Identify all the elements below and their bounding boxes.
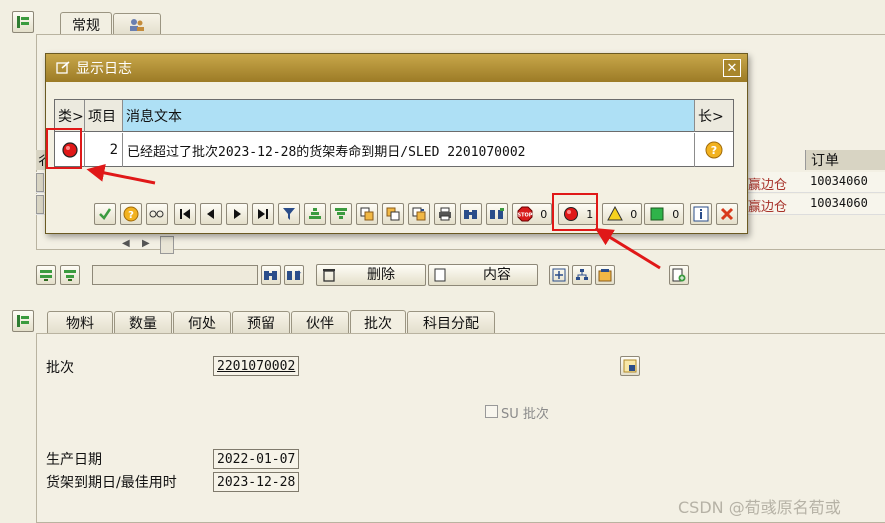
annotation-arrows	[86, 163, 661, 270]
